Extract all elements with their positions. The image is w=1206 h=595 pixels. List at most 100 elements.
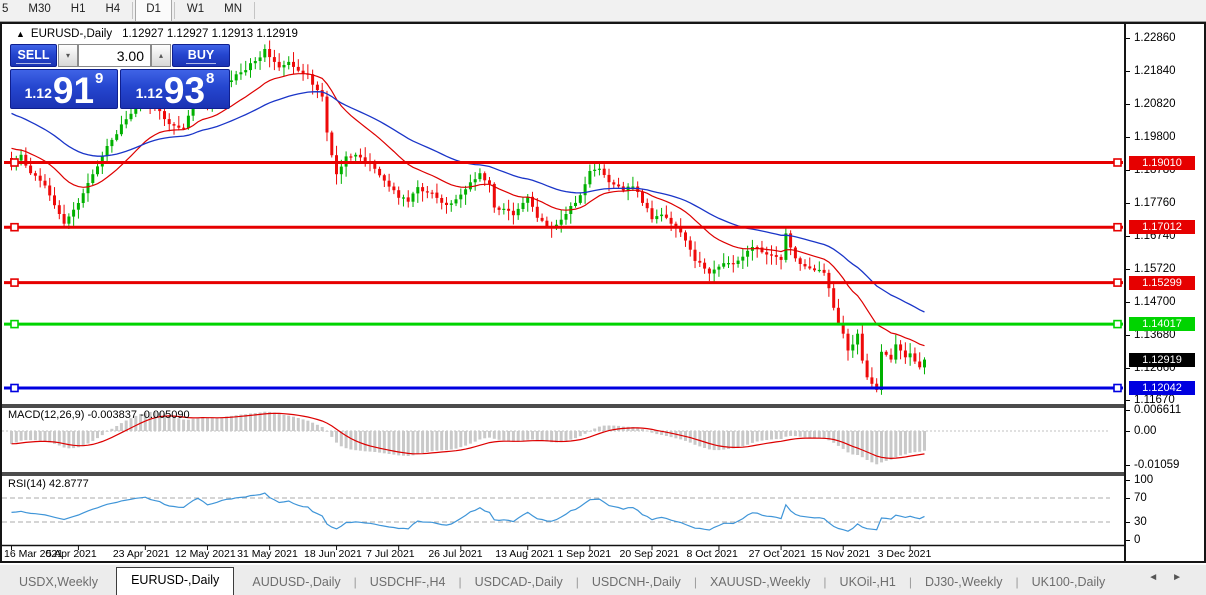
sell-price-big-digits: 91 bbox=[52, 70, 95, 111]
chart-tab-uk100-daily[interactable]: UK100-,Daily bbox=[1019, 571, 1119, 595]
axis-tick-mark bbox=[1126, 137, 1130, 138]
date-axis-label: 1 Sep 2021 bbox=[557, 548, 612, 560]
tab-scroll-left-icon[interactable]: ◄ bbox=[1148, 572, 1172, 583]
timeframe-toolbar: 5 M30 H1 H4 D1 W1 MN bbox=[0, 0, 1206, 22]
price-level-badge: 1.19010 bbox=[1129, 156, 1195, 170]
volume-increase-button[interactable]: ▴ bbox=[151, 44, 171, 67]
macd-axis-tick: 0.006611 bbox=[1134, 404, 1182, 416]
rsi-axis-tick: 100 bbox=[1134, 474, 1154, 486]
rsi-axis-tick: 70 bbox=[1134, 492, 1147, 504]
date-axis-label: 5 Apr 2021 bbox=[45, 548, 97, 560]
macd-indicator-label: MACD(12,26,9) -0.003837 -0.005090 bbox=[8, 409, 190, 421]
price-level-badge: 1.14017 bbox=[1129, 317, 1195, 331]
axis-tick-mark bbox=[1126, 170, 1130, 171]
price-level-badge: 1.12042 bbox=[1129, 381, 1195, 395]
buy-button[interactable]: BUY bbox=[172, 44, 230, 67]
axis-tick-mark bbox=[1126, 465, 1130, 466]
macd-axis-tick: -0.01059 bbox=[1134, 459, 1180, 471]
price-axis-tick: 1.15720 bbox=[1134, 263, 1176, 275]
price-axis-tick: 1.19800 bbox=[1134, 131, 1176, 143]
sell-button[interactable]: SELL bbox=[10, 44, 57, 67]
chart-tab-usdcad-daily[interactable]: USDCAD-,Daily bbox=[462, 571, 576, 595]
timeframe-button-5[interactable]: 5 bbox=[0, 0, 18, 21]
chart-tab-usdcnh-daily[interactable]: USDCNH-,Daily bbox=[579, 571, 694, 595]
timeframe-button-h1[interactable]: H1 bbox=[61, 0, 96, 21]
date-axis: 16 Mar 2021 5 Apr 2021 23 Apr 2021 12 May 2… bbox=[2, 548, 1126, 561]
axis-tick-mark bbox=[1126, 203, 1130, 204]
price-axis-tick: 1.22860 bbox=[1134, 32, 1176, 44]
date-axis-label: 27 Oct 2021 bbox=[748, 548, 806, 560]
axis-tick-mark bbox=[1126, 410, 1130, 411]
axis-tick-mark bbox=[1126, 236, 1130, 237]
date-axis-label: 31 May 2021 bbox=[237, 548, 298, 560]
collapse-triangle-icon[interactable]: ▲ bbox=[16, 29, 25, 39]
timeframe-button-d1[interactable]: D1 bbox=[135, 0, 172, 21]
rsi-axis-tick: 0 bbox=[1134, 534, 1141, 546]
tab-scroll-arrows[interactable]: ◄► bbox=[1148, 572, 1196, 583]
axis-tick-mark bbox=[1126, 104, 1130, 105]
tab-scroll-right-icon[interactable]: ► bbox=[1172, 572, 1196, 583]
chart-tab-xauusd-weekly[interactable]: XAUUSD-,Weekly bbox=[697, 571, 823, 595]
chart-tab-usdx-weekly[interactable]: USDX,Weekly bbox=[6, 571, 111, 595]
macd-axis-tick: 0.00 bbox=[1134, 425, 1157, 437]
chart-window: ▲ EURUSD-,Daily 1.12927 1.12927 1.12913 1.… bbox=[0, 22, 1206, 563]
axis-tick-mark bbox=[1126, 71, 1130, 72]
price-axis-tick: 1.14700 bbox=[1134, 296, 1176, 308]
chart-tab-ukoil-h1[interactable]: UKOil-,H1 bbox=[827, 571, 909, 595]
chart-symbol-header: ▲ EURUSD-,Daily 1.12927 1.12927 1.12913 1.… bbox=[16, 28, 298, 40]
date-axis-label: 3 Dec 2021 bbox=[877, 548, 932, 560]
timeframe-button-m30[interactable]: M30 bbox=[18, 0, 60, 21]
price-level-badge: 1.17012 bbox=[1129, 220, 1195, 234]
axis-tick-mark bbox=[1126, 400, 1130, 401]
date-axis-label: 15 Nov 2021 bbox=[810, 548, 871, 560]
rsi-axis-tick: 30 bbox=[1134, 516, 1147, 528]
chart-tab-usdchf-h4[interactable]: USDCHF-,H4 bbox=[357, 571, 459, 595]
date-axis-label: 8 Oct 2021 bbox=[686, 548, 738, 560]
axis-tick-mark bbox=[1126, 302, 1130, 303]
date-axis-label: 26 Jul 2021 bbox=[428, 548, 483, 560]
date-axis-label: 13 Aug 2021 bbox=[495, 548, 555, 560]
date-axis-label: 7 Jul 2021 bbox=[366, 548, 415, 560]
axis-tick-mark bbox=[1126, 335, 1130, 336]
axis-tick-mark bbox=[1126, 269, 1130, 270]
chart-tab-dj30-weekly[interactable]: DJ30-,Weekly bbox=[912, 571, 1016, 595]
buy-price-button[interactable]: 1.12 93 8 bbox=[120, 69, 230, 109]
volume-decrease-button[interactable]: ▾ bbox=[58, 44, 78, 67]
price-axis-tick: 1.17760 bbox=[1134, 197, 1176, 209]
symbol-label: EURUSD-,Daily bbox=[30, 28, 113, 40]
date-axis-label: 18 Jun 2021 bbox=[304, 548, 362, 560]
trading-platform-window: 5 M30 H1 H4 D1 W1 MN ▲ EURUSD-,Daily 1.12927 1.1… bbox=[0, 0, 1206, 595]
axis-tick-mark bbox=[1126, 522, 1130, 523]
price-level-badge: 1.15299 bbox=[1129, 276, 1195, 290]
timeframe-button-mn[interactable]: MN bbox=[214, 0, 252, 21]
timeframe-button-w1[interactable]: W1 bbox=[177, 0, 214, 21]
axis-tick-mark bbox=[1126, 480, 1130, 481]
sell-price-button[interactable]: 1.12 91 9 bbox=[10, 69, 118, 109]
axis-tick-mark bbox=[1126, 38, 1130, 39]
axis-tick-mark bbox=[1126, 368, 1130, 369]
price-axis-tick: 1.21840 bbox=[1134, 65, 1176, 77]
chevron-up-icon: ▴ bbox=[158, 51, 163, 60]
axis-tick-mark bbox=[1126, 431, 1130, 432]
rsi-indicator-label: RSI(14) 42.8777 bbox=[8, 478, 89, 490]
axis-tick-mark bbox=[1126, 498, 1130, 499]
date-axis-label: 23 Apr 2021 bbox=[112, 548, 170, 560]
ohlc-values: 1.12927 1.12927 1.12913 1.12919 bbox=[122, 28, 298, 40]
one-click-trading-panel: SELL ▾ ▴ BUY 1.12919 1.12938 bbox=[10, 44, 230, 130]
sell-price-pip-digit: 9 bbox=[95, 70, 104, 87]
buy-price-pip-digit: 8 bbox=[206, 70, 215, 87]
chevron-down-icon: ▾ bbox=[65, 51, 70, 60]
date-axis-label: 20 Sep 2021 bbox=[619, 548, 680, 560]
chart-tab-bar: USDX,Weekly|EURUSD-,Daily|AUDUSD-,Daily|… bbox=[0, 564, 1206, 595]
buy-price-prefix: 1.12 bbox=[135, 85, 163, 101]
date-axis-label: 12 May 2021 bbox=[174, 548, 236, 560]
current-price-badge: 1.12919 bbox=[1129, 353, 1195, 367]
sell-price-prefix: 1.12 bbox=[24, 85, 52, 101]
chart-tab-audusd-daily[interactable]: AUDUSD-,Daily bbox=[239, 571, 353, 595]
chart-plot-area[interactable]: ▲ EURUSD-,Daily 1.12927 1.12927 1.12913 1.… bbox=[2, 24, 1126, 561]
chart-tab-eurusd-daily[interactable]: EURUSD-,Daily bbox=[116, 567, 235, 595]
price-axis-tick: 1.20820 bbox=[1134, 98, 1176, 110]
buy-price-big-digits: 93 bbox=[163, 70, 206, 111]
timeframe-button-h4[interactable]: H4 bbox=[95, 0, 130, 21]
volume-input[interactable] bbox=[78, 44, 151, 67]
